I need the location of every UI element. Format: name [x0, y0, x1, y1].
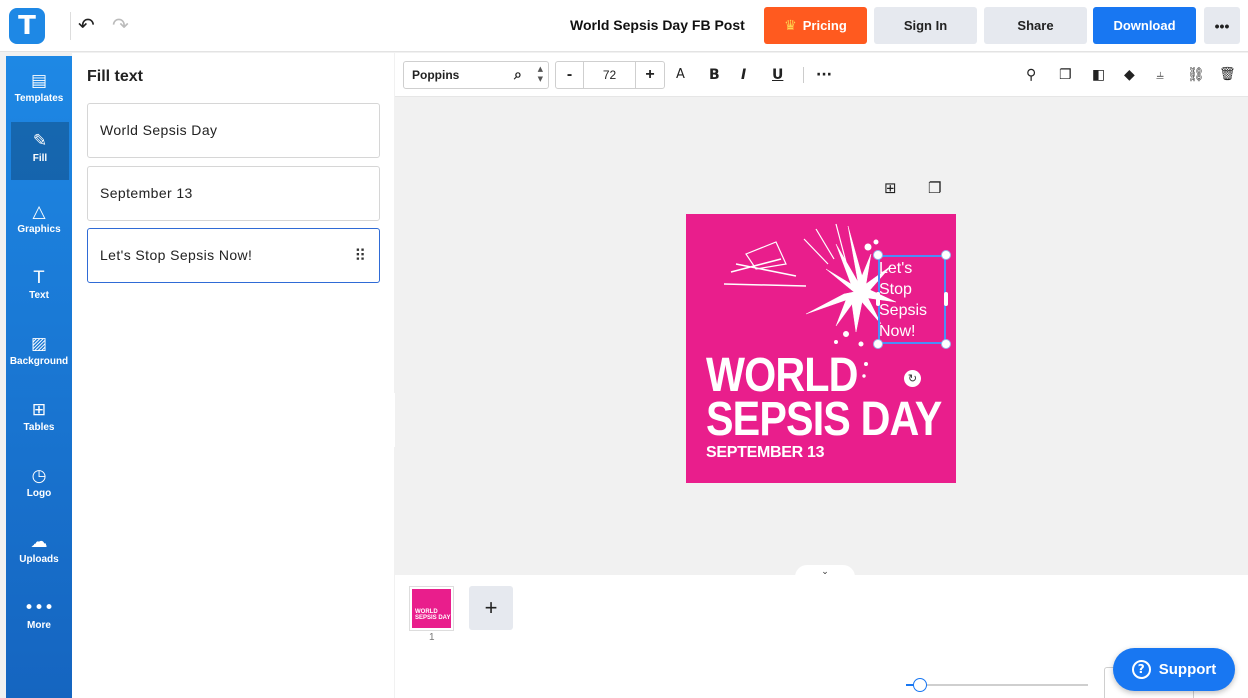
sidebar-item-text[interactable]: T Text — [6, 259, 72, 317]
pricing-label: Pricing — [802, 18, 847, 33]
crown-icon: ♛ — [784, 17, 797, 34]
font-size-input[interactable]: 72 — [584, 62, 636, 88]
background-icon: ▨ — [30, 334, 48, 354]
fill-text-panel: Fill text World Sepsis Day September 13 … — [72, 53, 394, 698]
more-options-button[interactable]: ••• — [1204, 7, 1240, 44]
thumb-line2: SEPSIS DAY — [415, 615, 451, 621]
poster-title-line1[interactable]: WORLD — [706, 352, 858, 400]
resize-handle[interactable] — [873, 339, 883, 349]
size-increase-button[interactable]: + — [636, 62, 664, 88]
layer-icon[interactable]: ◧ — [1092, 65, 1105, 85]
resize-handle[interactable] — [941, 250, 951, 260]
sidebar-item-fill[interactable]: ✎ Fill — [11, 122, 69, 180]
poster-title-line2[interactable]: SEPSIS DAY — [706, 396, 942, 444]
duplicate-icon[interactable]: ❐ — [1059, 65, 1072, 85]
copy-page-icon[interactable]: ❐ — [928, 179, 941, 197]
sidebar-item-label: Logo — [26, 488, 52, 499]
sign-in-button[interactable]: Sign In — [874, 7, 977, 44]
bold-icon[interactable]: B — [709, 65, 720, 85]
fill-field-title[interactable]: World Sepsis Day — [87, 103, 380, 158]
fill-field-tagline[interactable]: Let's Stop Sepsis Now! ⠿ — [87, 228, 380, 283]
trash-icon[interactable]: 🗑 — [1219, 65, 1236, 85]
sidebar-item-label: Text — [29, 290, 49, 301]
align-icon[interactable]: ⫨ — [1156, 65, 1164, 85]
document-title[interactable]: World Sepsis Day FB Post — [570, 17, 745, 33]
redo-icon[interactable]: ↷ — [112, 12, 129, 38]
table-icon: ⊞ — [31, 400, 47, 420]
support-button[interactable]: ? Support — [1113, 648, 1235, 691]
resize-handle[interactable] — [873, 250, 883, 260]
side-handle[interactable] — [876, 292, 880, 306]
poster-date[interactable]: SEPTEMBER 13 — [706, 444, 825, 462]
page-number: 1 — [429, 632, 435, 643]
add-page-button[interactable]: + — [469, 586, 513, 630]
link-icon[interactable]: ⛓ — [1187, 65, 1205, 85]
pencil-icon: ✎ — [32, 131, 48, 151]
share-button[interactable]: Share — [984, 7, 1087, 44]
sidebar-item-graphics[interactable]: △ Graphics — [6, 193, 72, 251]
more-format-icon[interactable]: ··· — [816, 65, 832, 85]
sidebar-item-label: Fill — [32, 153, 48, 164]
font-select[interactable]: Poppins ⌕ ▲ ▼ — [403, 61, 549, 89]
zoom-slider-knob[interactable] — [913, 678, 927, 692]
format-toolbar: Poppins ⌕ ▲ ▼ - 72 + A B I U ··· ⚲ ❐ ◧ ◆ … — [395, 53, 1248, 97]
drag-handle-icon[interactable]: ⠿ — [354, 229, 366, 282]
page-thumbnail[interactable]: WORLD SEPSIS DAY — [409, 586, 454, 631]
sidebar-item-uploads[interactable]: ☁ Uploads — [6, 523, 72, 581]
shapes-icon: △ — [32, 202, 46, 222]
sidebar-item-label: Templates — [14, 93, 64, 104]
resize-handle[interactable] — [941, 339, 951, 349]
undo-icon[interactable]: ↶ — [78, 12, 95, 38]
divider — [70, 12, 71, 40]
design-poster[interactable]: WORLD SEPSIS DAY SEPTEMBER 13 Let's Stop… — [686, 214, 956, 483]
thumbnail-preview: WORLD SEPSIS DAY — [412, 589, 451, 628]
support-label: Support — [1158, 661, 1217, 678]
paint-format-icon[interactable]: ⚲ — [1026, 65, 1036, 85]
more-icon: ••• — [23, 598, 55, 618]
sidebar-item-logo[interactable]: ◷ Logo — [6, 457, 72, 515]
cloud-upload-icon: ☁ — [30, 532, 48, 552]
font-name: Poppins — [412, 68, 460, 82]
text-case-icon[interactable]: A — [676, 65, 685, 85]
size-decrease-button[interactable]: - — [556, 62, 584, 88]
sidebar: ▤ Templates ✎ Fill △ Graphics T Text ▨ B… — [6, 56, 72, 698]
sidebar-item-label: Graphics — [17, 224, 61, 235]
divider — [803, 67, 804, 83]
sidebar-item-tables[interactable]: ⊞ Tables — [6, 391, 72, 449]
sidebar-item-label: Uploads — [19, 554, 59, 565]
fill-field-value: Let's Stop Sepsis Now! — [100, 247, 253, 263]
canvas-area: ⊞ ❐ WORLD SEPSIS DAY SEPTEMBER 13 Let's … — [395, 97, 1248, 574]
pricing-button[interactable]: ♛ Pricing — [764, 7, 867, 44]
search-icon[interactable]: ⌕ — [514, 62, 522, 88]
underline-icon[interactable]: U — [772, 65, 783, 85]
text-icon: T — [33, 268, 45, 288]
logo-icon: ◷ — [31, 466, 47, 486]
sidebar-item-templates[interactable]: ▤ Templates — [6, 62, 72, 120]
font-size-stepper: - 72 + — [555, 61, 665, 89]
add-page-icon[interactable]: ⊞ — [884, 179, 897, 197]
sidebar-item-background[interactable]: ▨ Background — [6, 325, 72, 383]
panel-title: Fill text — [87, 68, 144, 85]
fill-field-date[interactable]: September 13 — [87, 166, 380, 221]
top-bar: T ↶ ↷ World Sepsis Day FB Post ♛ Pricing… — [0, 0, 1248, 52]
spinner-icon[interactable]: ▲ ▼ — [538, 64, 543, 84]
italic-icon[interactable]: I — [741, 65, 746, 85]
selection-box[interactable] — [878, 255, 946, 344]
app-logo[interactable]: T — [9, 8, 45, 44]
zoom-slider[interactable] — [908, 684, 1088, 686]
opacity-icon[interactable]: ◆ — [1124, 65, 1135, 85]
sidebar-item-label: Background — [9, 356, 69, 367]
templates-icon: ▤ — [30, 71, 48, 91]
sidebar-item-label: Tables — [23, 422, 55, 433]
rotate-icon[interactable]: ↻ — [904, 370, 921, 387]
sidebar-item-more[interactable]: ••• More — [6, 589, 72, 647]
sidebar-item-label: More — [27, 620, 51, 631]
side-handle[interactable] — [944, 292, 948, 306]
download-button[interactable]: Download — [1093, 7, 1196, 44]
help-icon: ? — [1131, 660, 1151, 679]
